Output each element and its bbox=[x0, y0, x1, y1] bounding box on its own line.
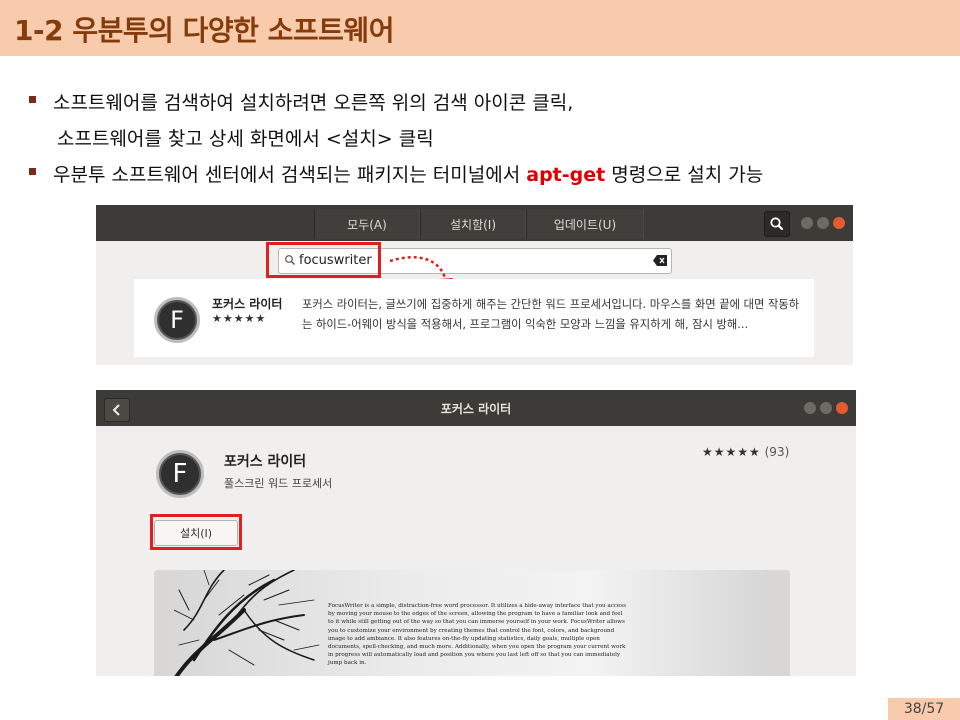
category-tabs: 모두(A) 설치함(I) 업데이트(U) bbox=[314, 209, 644, 239]
bullet-2-suffix: 명령으로 설치 가능 bbox=[605, 164, 764, 186]
bullet-1-line-1: 소프트웨어를 검색하여 설치하려면 오른쪽 위의 검색 아이콘 클릭, bbox=[53, 92, 574, 114]
search-result-item[interactable]: F 포커스 라이터 ★★★★★ 포커스 라이터는, 글쓰기에 집중하게 해주는 … bbox=[134, 279, 814, 357]
tab-updates[interactable]: 업데이트(U) bbox=[526, 209, 644, 239]
search-button[interactable] bbox=[764, 211, 790, 237]
backspace-icon[interactable] bbox=[653, 255, 667, 266]
rating-stars: ★★★★★ bbox=[702, 445, 761, 459]
close-button[interactable] bbox=[836, 402, 848, 414]
bullet-2-prefix: 우분투 소프트웨어 센터에서 검색되는 패키지는 터미널에서 bbox=[53, 164, 527, 186]
software-search-screenshot: 모두(A) 설치함(I) 업데이트(U) focuswriter F 포커스 라… bbox=[96, 205, 853, 365]
bullet-2: 우분투 소프트웨어 센터에서 검색되는 패키지는 터미널에서 apt-get 명… bbox=[53, 160, 763, 187]
search-icon bbox=[770, 217, 784, 231]
bullet-marker bbox=[29, 168, 36, 175]
install-highlight-box bbox=[150, 514, 242, 550]
page-number: 38/57 bbox=[888, 698, 960, 720]
tab-installed[interactable]: 설치함(I) bbox=[420, 209, 526, 239]
app-rating: ★★★★★ (93) bbox=[702, 445, 789, 459]
app-subtitle: 풀스크린 워드 프로세서 bbox=[224, 477, 333, 490]
minimize-button[interactable] bbox=[804, 402, 816, 414]
close-button[interactable] bbox=[833, 217, 845, 229]
maximize-button[interactable] bbox=[817, 217, 829, 229]
tree-branches-image bbox=[174, 570, 320, 676]
preview-image: FocusWriter is a simple, distraction-fre… bbox=[174, 570, 770, 676]
software-detail-screenshot: 포커스 라이터 F 포커스 라이터 풀스크린 워드 프로세서 ★★★★★ (93… bbox=[96, 390, 856, 676]
rating-count: (93) bbox=[764, 445, 790, 459]
window-title: 포커스 라이터 bbox=[440, 402, 512, 416]
header-bar: 포커스 라이터 bbox=[96, 390, 856, 426]
focuswriter-app-icon: F bbox=[156, 450, 204, 498]
apt-get-highlight: apt-get bbox=[526, 164, 606, 186]
maximize-button[interactable] bbox=[820, 402, 832, 414]
minimize-button[interactable] bbox=[801, 217, 813, 229]
slide-title-bar: 1-2 우분투의 다양한 소프트웨어 bbox=[0, 0, 960, 56]
preview-document-text: FocusWriter is a simple, distraction-fre… bbox=[328, 603, 626, 667]
slide-title: 1-2 우분투의 다양한 소프트웨어 bbox=[14, 14, 394, 47]
bullet-marker bbox=[29, 96, 36, 103]
app-name: 포커스 라이터 bbox=[224, 454, 307, 470]
screenshot-preview[interactable]: FocusWriter is a simple, distraction-fre… bbox=[154, 570, 790, 676]
header-bar: 모두(A) 설치함(I) 업데이트(U) bbox=[96, 205, 853, 241]
result-description: 포커스 라이터는, 글쓰기에 집중하게 해주는 간단한 워드 프로세서입니다. … bbox=[302, 298, 800, 331]
tab-all[interactable]: 모두(A) bbox=[314, 209, 420, 239]
focuswriter-app-icon: F bbox=[154, 297, 200, 343]
result-app-name: 포커스 라이터 bbox=[212, 297, 283, 311]
result-rating-stars: ★★★★★ bbox=[212, 312, 267, 325]
search-highlight-box bbox=[266, 242, 381, 278]
bullet-1-line-2: 소프트웨어를 찾고 상세 화면에서 <설치> 클릭 bbox=[57, 128, 434, 150]
